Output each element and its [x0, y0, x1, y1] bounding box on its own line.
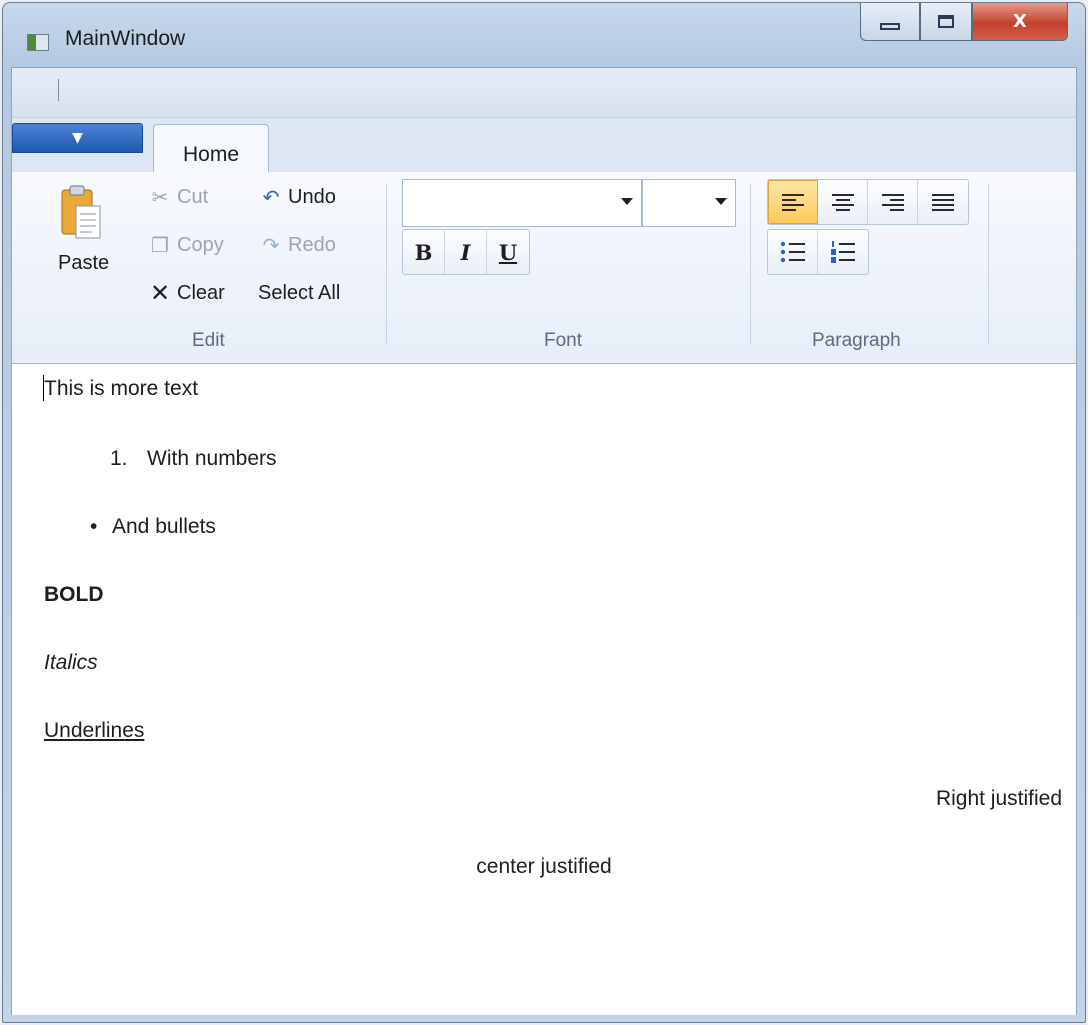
undo-icon: ↶ [262, 186, 280, 209]
clear-button[interactable]: ✕ Clear [149, 279, 225, 307]
numbered-list-item: With numbers [147, 447, 277, 470]
copy-label: Copy [177, 234, 224, 256]
toolbar-separator [58, 79, 59, 101]
underlined-text: Underlines [44, 719, 145, 742]
redo-icon: ↷ [262, 234, 280, 257]
align-right-button[interactable] [868, 180, 918, 224]
scissors-icon: ✂ [151, 186, 169, 209]
align-left-button[interactable] [768, 180, 818, 224]
bold-button[interactable]: B [403, 230, 445, 274]
tab-home[interactable]: Home [153, 124, 269, 173]
paragraph-group-label: Paragraph [812, 330, 901, 351]
quick-access-toolbar [12, 68, 1076, 118]
main-window: MainWindow X ▼ Home Paste ✂ Cut ❐ Copy ✕… [2, 2, 1086, 1023]
copy-icon: ❐ [151, 234, 169, 257]
minimize-icon [880, 23, 900, 30]
application-menu-button[interactable]: ▼ [12, 123, 143, 153]
chevron-down-icon [715, 198, 727, 205]
app-icon [27, 34, 49, 51]
bullet-list-button[interactable] [768, 230, 818, 274]
font-size-combobox[interactable] [642, 179, 736, 227]
font-family-combobox[interactable] [402, 179, 642, 227]
list-button-group [767, 229, 869, 275]
clipboard-icon [61, 185, 101, 239]
group-separator [750, 184, 751, 344]
bold-text: BOLD [44, 583, 104, 606]
numbered-list-marker: 1. [110, 447, 128, 470]
align-center-button[interactable] [818, 180, 868, 224]
undo-label: Undo [288, 186, 336, 208]
undo-button[interactable]: ↶ Undo [260, 186, 336, 209]
maximize-button[interactable] [920, 3, 972, 41]
copy-button[interactable]: ❐ Copy [149, 234, 224, 257]
format-button-group: B I U [402, 229, 530, 275]
minimize-button[interactable] [860, 3, 920, 41]
align-justify-icon [932, 193, 954, 211]
italic-text: Italics [44, 651, 98, 674]
title-bar[interactable]: MainWindow X [3, 3, 1085, 67]
redo-button[interactable]: ↷ Redo [260, 234, 336, 257]
dropdown-arrow-icon: ▼ [72, 130, 83, 146]
paste-label: Paste [58, 252, 110, 274]
numbered-list-icon [831, 241, 855, 263]
center-justified-text: center justified [476, 855, 612, 878]
alignment-button-group [767, 179, 969, 225]
numbered-list-button[interactable] [818, 230, 868, 274]
window-title: MainWindow [65, 27, 186, 50]
chevron-down-icon [621, 198, 633, 205]
italic-button[interactable]: I [445, 230, 487, 274]
bullet-list-marker: • [90, 515, 98, 538]
select-all-label: Select All [258, 282, 341, 304]
clear-label: Clear [177, 282, 225, 304]
clear-x-icon: ✕ [149, 279, 171, 307]
edit-group-label: Edit [192, 330, 225, 351]
align-justify-button[interactable] [918, 180, 968, 224]
select-all-button[interactable]: Select All [258, 282, 340, 305]
cut-label: Cut [177, 186, 209, 208]
group-separator [386, 184, 387, 344]
maximize-icon [938, 15, 954, 28]
align-left-icon [782, 193, 804, 211]
client-area: ▼ Home Paste ✂ Cut ❐ Copy ✕ Clear ↶ Undo… [11, 67, 1077, 1015]
right-justified-text: Right justified [935, 787, 1062, 810]
font-group-label: Font [544, 330, 583, 351]
close-button[interactable]: X [972, 3, 1068, 41]
paragraph-text: This is more text [44, 377, 199, 400]
close-icon: X [1013, 11, 1027, 32]
redo-label: Redo [288, 234, 336, 256]
ribbon-home: Paste ✂ Cut ❐ Copy ✕ Clear ↶ Undo ↷ Redo [12, 172, 1076, 364]
bullet-list-icon [780, 241, 805, 263]
cut-button[interactable]: ✂ Cut [149, 186, 209, 209]
align-right-icon [881, 193, 904, 211]
group-separator [988, 184, 989, 344]
align-center-icon [831, 193, 854, 211]
ribbon-tab-strip: ▼ Home [12, 118, 1076, 173]
underline-button[interactable]: U [487, 230, 529, 274]
bullet-list-item: And bullets [112, 515, 216, 538]
rich-text-editor[interactable]: This is more text 1. With numbers • And … [12, 365, 1076, 1015]
